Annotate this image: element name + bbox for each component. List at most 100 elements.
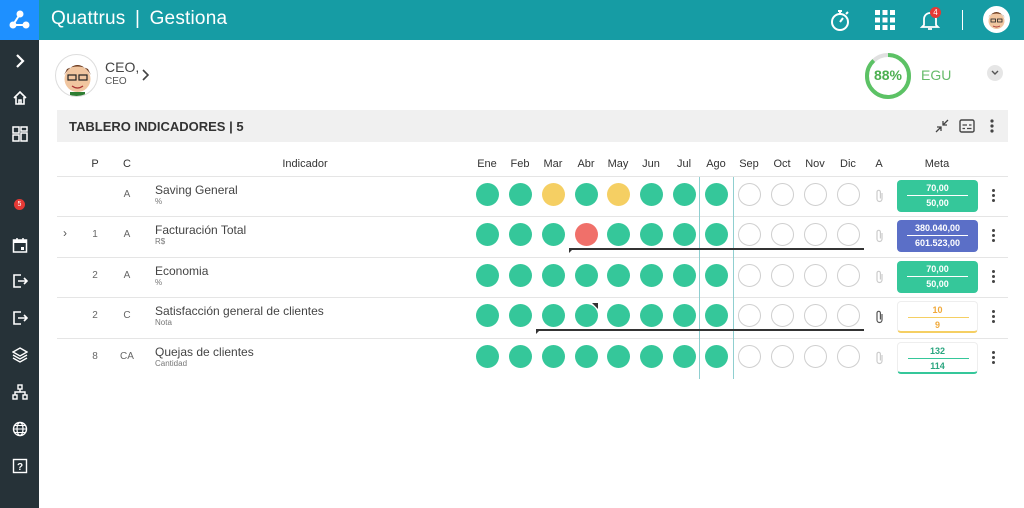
row-more-vert-icon[interactable]: [990, 189, 996, 203]
meta-target[interactable]: 132 114: [897, 342, 978, 374]
subtitles-icon[interactable]: [957, 116, 977, 136]
status-dot-nov[interactable]: [803, 345, 827, 368]
status-dot-jul[interactable]: [672, 183, 696, 206]
indicator-name[interactable]: Economia: [155, 264, 208, 278]
status-dot-sep[interactable]: [737, 264, 761, 287]
row-more-vert-icon[interactable]: [990, 270, 996, 284]
status-dot-abr[interactable]: [574, 345, 598, 368]
status-dot-sep[interactable]: [737, 223, 761, 246]
status-dot-feb[interactable]: [508, 345, 532, 368]
status-dot-jun[interactable]: [639, 304, 663, 327]
status-dot-dic[interactable]: [836, 304, 860, 327]
attachment-icon[interactable]: [875, 270, 885, 284]
status-dot-feb[interactable]: [508, 223, 532, 246]
status-dot-mar[interactable]: [541, 223, 565, 246]
status-dot-mar[interactable]: [541, 183, 565, 206]
status-dot-nov[interactable]: [803, 223, 827, 246]
status-dot-sep[interactable]: [737, 183, 761, 206]
status-dot-ene[interactable]: [475, 304, 499, 327]
status-dot-jun[interactable]: [639, 223, 663, 246]
status-dot-feb[interactable]: [508, 183, 532, 206]
status-dot-abr[interactable]: [574, 223, 598, 246]
row-more-vert-icon[interactable]: [990, 310, 996, 324]
attachment-icon[interactable]: [875, 351, 885, 365]
status-dot-feb[interactable]: [508, 304, 532, 327]
status-dot-oct[interactable]: [770, 223, 794, 246]
status-dot-ene[interactable]: [475, 345, 499, 368]
status-dot-sep[interactable]: [737, 304, 761, 327]
status-dot-may[interactable]: [606, 183, 630, 206]
status-dot-dic[interactable]: [836, 223, 860, 246]
status-dot-dic[interactable]: [836, 345, 860, 368]
status-dot-jul[interactable]: [672, 345, 696, 368]
status-dot-jun[interactable]: [639, 264, 663, 287]
status-dot-dic[interactable]: [836, 183, 860, 206]
status-dot-may[interactable]: [606, 223, 630, 246]
status-dot-may[interactable]: [606, 345, 630, 368]
apps-grid-icon[interactable]: [871, 6, 899, 34]
status-dot-oct[interactable]: [770, 183, 794, 206]
status-dot-jul[interactable]: [672, 264, 696, 287]
status-dot-ene[interactable]: [475, 183, 499, 206]
indicator-name[interactable]: Saving General: [155, 183, 238, 197]
panel-more-vert-icon[interactable]: [982, 116, 1002, 136]
layers-icon[interactable]: [0, 340, 39, 370]
exit-icon[interactable]: [0, 303, 39, 333]
status-dot-jun[interactable]: [639, 345, 663, 368]
status-dot-nov[interactable]: [803, 183, 827, 206]
collapse-chevron-down-icon[interactable]: [987, 65, 1003, 81]
row-more-vert-icon[interactable]: [990, 351, 996, 365]
status-dot-mar[interactable]: [541, 264, 565, 287]
sidebar-badge[interactable]: 5: [14, 199, 25, 210]
status-dot-oct[interactable]: [770, 345, 794, 368]
status-dot-may[interactable]: [606, 264, 630, 287]
status-dot-feb[interactable]: [508, 264, 532, 287]
attachment-icon[interactable]: [875, 310, 885, 324]
status-dot-ago[interactable]: [704, 183, 728, 206]
user-avatar-top[interactable]: [983, 6, 1010, 33]
status-dot-oct[interactable]: [770, 304, 794, 327]
status-dot-mar[interactable]: [541, 304, 565, 327]
meta-target[interactable]: 380.040,00 601.523,00: [897, 220, 978, 252]
status-dot-abr[interactable]: [574, 183, 598, 206]
logo-icon[interactable]: [0, 0, 39, 40]
home-icon[interactable]: [0, 83, 39, 113]
status-dot-mar[interactable]: [541, 345, 565, 368]
status-dot-nov[interactable]: [803, 264, 827, 287]
stopwatch-icon[interactable]: [826, 6, 854, 34]
sitemap-icon[interactable]: [0, 377, 39, 407]
dashboard-icon[interactable]: [0, 119, 39, 149]
expand-sidebar-chevron-icon[interactable]: [0, 46, 39, 76]
row-more-vert-icon[interactable]: [990, 229, 996, 243]
status-dot-ago[interactable]: [704, 345, 728, 368]
bell-icon[interactable]: 4: [916, 6, 944, 34]
user-avatar[interactable]: [55, 54, 98, 97]
attachment-icon[interactable]: [875, 189, 885, 203]
status-dot-oct[interactable]: [770, 264, 794, 287]
indicator-name[interactable]: Quejas de clientes: [155, 345, 254, 359]
status-dot-jul[interactable]: [672, 304, 696, 327]
help-icon[interactable]: ?: [0, 451, 39, 481]
status-dot-ene[interactable]: [475, 223, 499, 246]
indicator-name[interactable]: Satisfacción general de clientes: [155, 304, 324, 318]
status-dot-jul[interactable]: [672, 223, 696, 246]
meta-target[interactable]: 70,00 50,00: [897, 180, 978, 212]
status-dot-may[interactable]: [606, 304, 630, 327]
meta-target[interactable]: 70,00 50,00: [897, 261, 978, 293]
compress-icon[interactable]: [932, 116, 952, 136]
row-expand-chevron-icon[interactable]: ›: [63, 226, 67, 240]
status-dot-ago[interactable]: [704, 304, 728, 327]
status-dot-dic[interactable]: [836, 264, 860, 287]
status-dot-ene[interactable]: [475, 264, 499, 287]
indicator-name[interactable]: Facturación Total: [155, 223, 246, 237]
status-dot-abr[interactable]: [574, 264, 598, 287]
calendar-icon[interactable]: [0, 230, 39, 260]
meta-target[interactable]: 10 9: [897, 301, 978, 333]
user-chevron-right-icon[interactable]: [142, 68, 150, 86]
status-dot-nov[interactable]: [803, 304, 827, 327]
attachment-icon[interactable]: [875, 229, 885, 243]
globe-icon[interactable]: [0, 414, 39, 444]
status-dot-sep[interactable]: [737, 345, 761, 368]
status-dot-jun[interactable]: [639, 183, 663, 206]
status-dot-ago[interactable]: [704, 223, 728, 246]
